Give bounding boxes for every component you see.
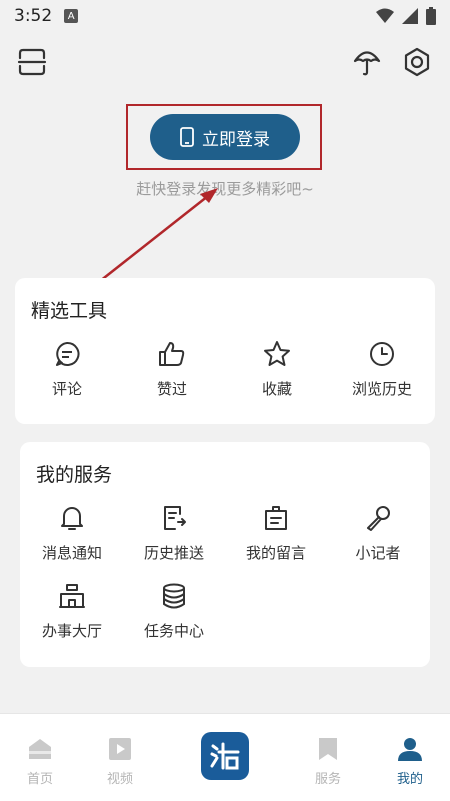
battery-icon bbox=[426, 7, 436, 25]
login-subtitle: 赶快登录发现更多精彩吧~ bbox=[136, 180, 314, 198]
tool-favorites[interactable]: 收藏 bbox=[227, 340, 327, 399]
home-icon bbox=[29, 739, 51, 759]
signal-icon bbox=[402, 8, 418, 24]
service-notifications-label: 消息通知 bbox=[41, 544, 102, 562]
nav-mine[interactable]: 我的 bbox=[380, 734, 440, 787]
star-icon bbox=[264, 341, 290, 366]
database-icon bbox=[163, 583, 185, 609]
tool-comment[interactable]: 评论 bbox=[17, 340, 117, 399]
service-my-messages-label: 我的留言 bbox=[245, 544, 306, 562]
push-history-icon bbox=[164, 506, 186, 530]
app-logo-icon bbox=[210, 742, 240, 770]
scan-icon[interactable] bbox=[16, 46, 48, 78]
my-services-title: 我的服务 bbox=[36, 464, 113, 486]
message-board-icon bbox=[265, 506, 287, 530]
video-play-icon bbox=[109, 738, 131, 760]
service-notifications[interactable]: 消息通知 bbox=[22, 504, 122, 563]
umbrella-icon[interactable] bbox=[352, 46, 382, 78]
nav-video[interactable]: 视频 bbox=[90, 734, 150, 787]
phone-icon bbox=[180, 127, 194, 147]
service-service-hall[interactable]: 办事大厅 bbox=[22, 582, 122, 641]
login-button-label: 立即登录 bbox=[202, 129, 270, 150]
bookmark-icon bbox=[319, 738, 337, 760]
my-services-card: 我的服务 消息通知 历史推送 我的留言 小记者 办事大厅 任务中心 bbox=[20, 442, 430, 667]
tool-history-label: 浏览历史 bbox=[351, 380, 412, 398]
microphone-icon bbox=[367, 506, 390, 531]
featured-tools-card: 精选工具 评论 赞过 收藏 浏览历史 bbox=[15, 278, 435, 424]
service-reporter[interactable]: 小记者 bbox=[328, 504, 428, 563]
service-push-history[interactable]: 历史推送 bbox=[124, 504, 224, 563]
service-push-history-label: 历史推送 bbox=[143, 544, 204, 562]
service-task-center-label: 任务中心 bbox=[143, 622, 204, 640]
app-logo-button[interactable] bbox=[201, 732, 249, 780]
settings-gear-icon[interactable] bbox=[401, 46, 433, 78]
service-reporter-label: 小记者 bbox=[355, 544, 401, 562]
nav-home[interactable]: 首页 bbox=[10, 734, 70, 787]
bell-icon bbox=[61, 507, 83, 530]
service-my-messages[interactable]: 我的留言 bbox=[226, 504, 326, 563]
tool-comment-label: 评论 bbox=[51, 380, 82, 398]
tool-liked-label: 赞过 bbox=[156, 380, 187, 398]
status-bar: 3:52 A bbox=[0, 0, 450, 32]
nav-video-label: 视频 bbox=[106, 772, 133, 787]
top-bar bbox=[0, 44, 450, 80]
wifi-icon bbox=[376, 8, 394, 23]
nav-home-label: 首页 bbox=[26, 772, 53, 787]
user-profile-icon bbox=[398, 738, 422, 761]
status-icons bbox=[376, 7, 436, 25]
nav-services[interactable]: 服务 bbox=[298, 734, 358, 787]
clock-icon bbox=[370, 342, 394, 366]
featured-tools-title: 精选工具 bbox=[31, 300, 108, 322]
login-button[interactable]: 立即登录 bbox=[150, 114, 300, 160]
tool-history[interactable]: 浏览历史 bbox=[332, 340, 432, 399]
nav-mine-label: 我的 bbox=[396, 772, 423, 787]
comment-icon bbox=[56, 341, 80, 366]
notification-badge: A bbox=[64, 9, 79, 23]
thumbs-up-icon bbox=[159, 342, 185, 366]
nav-services-label: 服务 bbox=[314, 772, 341, 787]
hall-icon bbox=[59, 584, 85, 608]
status-time: 3:52 bbox=[14, 6, 53, 26]
service-task-center[interactable]: 任务中心 bbox=[124, 582, 224, 641]
tool-liked[interactable]: 赞过 bbox=[122, 340, 222, 399]
service-service-hall-label: 办事大厅 bbox=[41, 622, 102, 640]
tool-favorites-label: 收藏 bbox=[261, 380, 292, 398]
